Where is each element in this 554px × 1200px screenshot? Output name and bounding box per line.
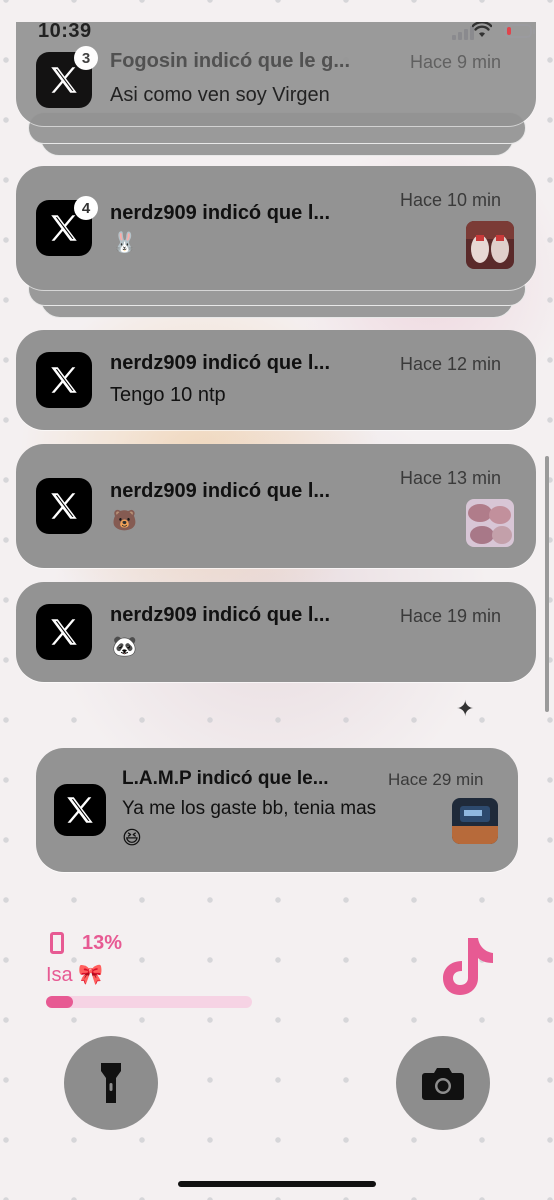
phone-battery-icon — [50, 932, 64, 954]
notification-count-badge: 3 — [74, 46, 98, 70]
notification-time: Hace 10 min — [400, 190, 502, 210]
notification-title: nerdz909 indicó que l... — [110, 604, 331, 626]
camera-button[interactable] — [396, 1036, 490, 1130]
status-time: 10:39 — [38, 20, 92, 42]
notification-card[interactable]: L.A.M.P indicó que le... Hace 29 min Ya … — [36, 748, 518, 872]
sparkle-icon: ✦ — [456, 696, 475, 721]
notification-title: nerdz909 indicó que l... — [110, 202, 331, 224]
x-logo-icon — [36, 478, 92, 534]
status-bar: 10:39 — [0, 0, 554, 43]
notification-title: L.A.M.P indicó que le... — [122, 768, 329, 789]
notification-card[interactable]: 4 nerdz909 indicó que l... Hace 10 min 🐰 — [16, 166, 536, 290]
notification-body: 🐼 — [112, 636, 137, 658]
notification-body: 🐰 — [112, 232, 137, 254]
x-logo-icon — [36, 352, 92, 408]
notification-body: Asi como ven soy Virgen — [110, 84, 330, 106]
notification-card[interactable]: nerdz909 indicó que l... Hace 19 min 🐼 — [16, 582, 536, 682]
notification-time: Hace 12 min — [400, 354, 502, 374]
device-name: Isa 🎀 — [46, 964, 104, 986]
notification-thumbnail — [466, 499, 514, 547]
tiktok-icon[interactable] — [438, 934, 498, 998]
notification-title: nerdz909 indicó que l... — [110, 352, 331, 374]
notification-title: Fogosin indicó que le g... — [110, 50, 350, 72]
camera-icon — [422, 1068, 464, 1100]
wifi-icon — [471, 21, 493, 43]
notification-time: Hace 13 min — [400, 468, 502, 488]
scroll-indicator[interactable] — [545, 456, 549, 712]
battery-percent: 13% — [82, 932, 123, 954]
flashlight-button[interactable] — [64, 1036, 158, 1130]
cellular-signal-icon — [452, 26, 474, 40]
notification-card[interactable]: nerdz909 indicó que l... Hace 13 min 🐻 — [16, 444, 536, 568]
notification-body-emoji: 😆 — [122, 828, 142, 849]
notification-body: Ya me los gaste bb, tenia mas — [122, 798, 377, 819]
flashlight-icon — [101, 1063, 121, 1103]
notification-time: Hace 29 min — [388, 770, 484, 789]
battery-level-fill — [46, 996, 73, 1008]
notification-body: 🐻 — [112, 510, 137, 532]
battery-level-bar — [46, 996, 252, 1008]
notification-count-badge: 4 — [74, 196, 98, 220]
notification-card[interactable]: nerdz909 indicó que l... Hace 12 min Ten… — [16, 330, 536, 430]
notification-thumbnail — [466, 221, 514, 269]
x-logo-icon — [36, 604, 92, 660]
notification-title: nerdz909 indicó que l... — [110, 480, 331, 502]
x-logo-icon — [54, 784, 106, 836]
notification-time: Hace 19 min — [400, 606, 502, 626]
home-indicator[interactable] — [178, 1181, 376, 1187]
battery-icon — [504, 24, 535, 38]
notification-time: Hace 9 min — [410, 52, 502, 72]
notification-body: Tengo 10 ntp — [110, 384, 226, 406]
notification-thumbnail — [452, 798, 498, 844]
